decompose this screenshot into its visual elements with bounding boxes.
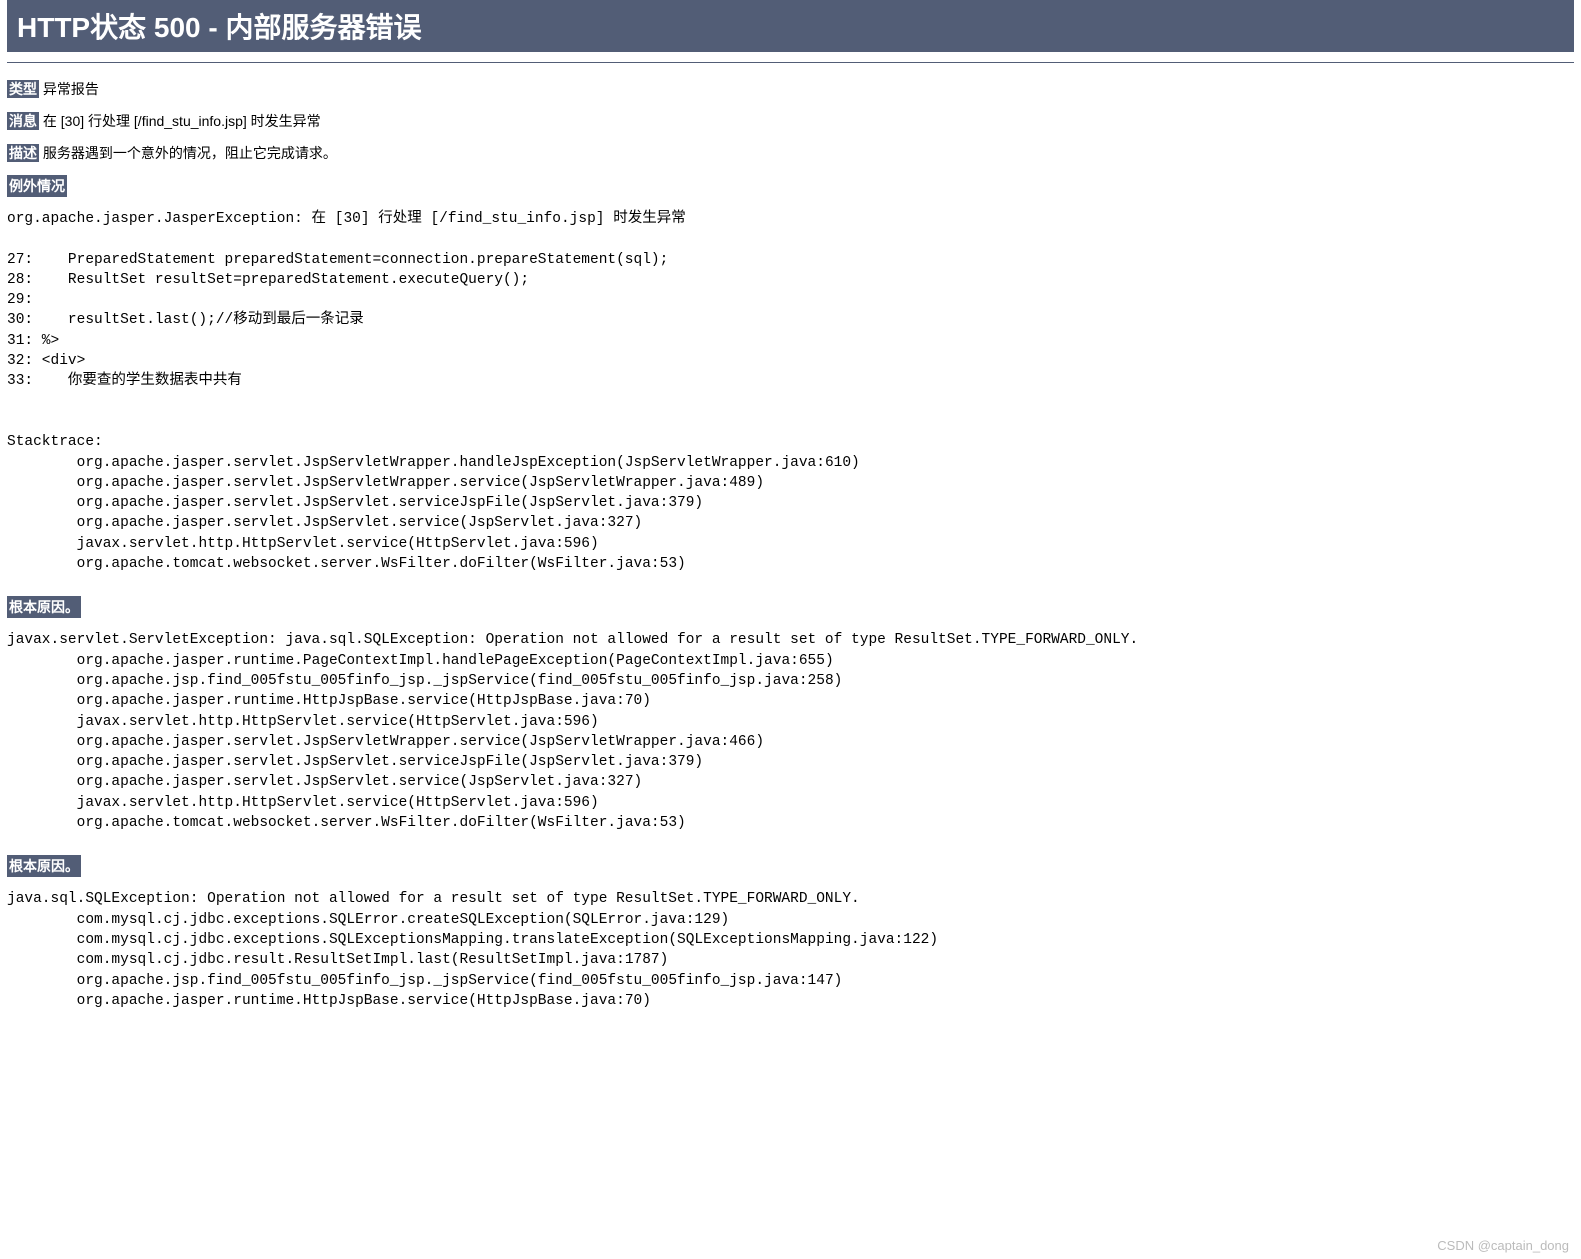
exception-heading: 例外情况 xyxy=(7,175,67,197)
watermark: CSDN @captain_dong xyxy=(1437,1238,1569,1253)
divider xyxy=(7,62,1574,63)
rootcause2-heading: 根本原因。 xyxy=(7,855,81,877)
message-row: 消息 在 [30] 行处理 [/find_stu_info.jsp] 时发生异常 xyxy=(7,105,1574,137)
description-value: 服务器遇到一个意外的情况，阻止它完成请求。 xyxy=(43,145,337,161)
message-label: 消息 xyxy=(7,112,39,130)
message-value: 在 [30] 行处理 [/find_stu_info.jsp] 时发生异常 xyxy=(43,113,321,129)
page-title: HTTP状态 500 - 内部服务器错误 xyxy=(7,0,1574,52)
description-label: 描述 xyxy=(7,144,39,162)
description-row: 描述 服务器遇到一个意外的情况，阻止它完成请求。 xyxy=(7,137,1574,169)
rootcause2-trace: java.sql.SQLException: Operation not all… xyxy=(7,889,1574,1011)
type-label: 类型 xyxy=(7,80,39,98)
rootcause1-heading: 根本原因。 xyxy=(7,596,81,618)
type-row: 类型 异常报告 xyxy=(7,73,1574,105)
rootcause1-trace: javax.servlet.ServletException: java.sql… xyxy=(7,630,1574,833)
exception-trace: org.apache.jasper.JasperException: 在 [30… xyxy=(7,209,1574,574)
type-value: 异常报告 xyxy=(43,81,99,97)
